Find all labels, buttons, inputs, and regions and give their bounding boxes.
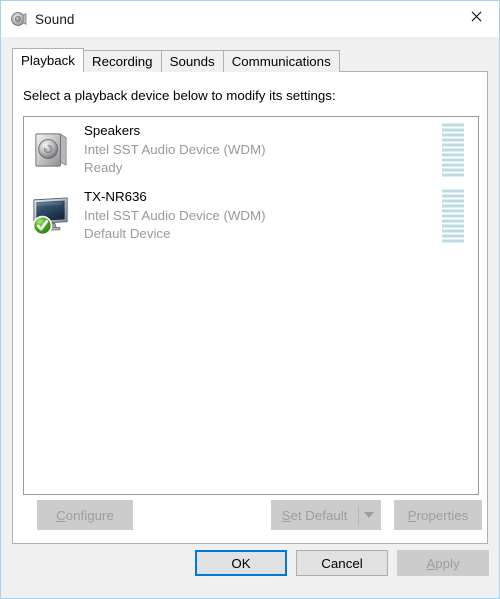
- tab-recording[interactable]: Recording: [82, 50, 162, 72]
- set-default-accel: S: [281, 507, 291, 523]
- device-driver: Intel SST Audio Device (WDM): [84, 141, 266, 157]
- volume-meter-segment: [442, 148, 464, 152]
- apply-accel: A: [426, 555, 436, 571]
- volume-meter-segment: [442, 204, 464, 208]
- title-bar: Sound: [1, 1, 499, 37]
- close-icon[interactable]: [453, 1, 499, 32]
- tab-strip: Playback Recording Sounds Communications: [12, 48, 340, 72]
- volume-meter-segment: [442, 229, 464, 233]
- volume-meter-segment: [442, 173, 464, 177]
- volume-meter-segment: [442, 219, 464, 223]
- set-default-button[interactable]: Set Default: [271, 500, 357, 530]
- volume-meter-segment: [442, 143, 464, 147]
- volume-meter-segment: [442, 153, 464, 157]
- configure-label-rest: onfigure: [65, 507, 114, 523]
- tab-sounds[interactable]: Sounds: [160, 50, 224, 72]
- volume-meter-segment: [442, 239, 464, 243]
- volume-meter: [442, 123, 464, 177]
- tab-playback[interactable]: Playback: [12, 48, 84, 72]
- set-default-split-button: Set Default: [271, 500, 381, 530]
- window-title: Sound: [35, 11, 75, 27]
- volume-meter-segment: [442, 128, 464, 132]
- device-name: TX-NR636: [84, 188, 147, 204]
- device-status: Default Device: [84, 226, 171, 242]
- device-status: Ready: [84, 160, 123, 176]
- properties-button[interactable]: Properties: [394, 500, 482, 530]
- speaker-device-icon: [31, 127, 71, 173]
- monitor-device-icon: [31, 193, 71, 239]
- device-action-bar: Configure Set Default Properties: [23, 500, 482, 530]
- configure-accel: C: [56, 507, 66, 523]
- dialog-footer: OK Cancel Apply: [1, 543, 499, 598]
- speaker-icon: [10, 10, 28, 28]
- apply-button[interactable]: Apply: [397, 550, 489, 576]
- tab-communications[interactable]: Communications: [222, 50, 340, 72]
- configure-button[interactable]: Configure: [37, 500, 133, 530]
- volume-meter-segment: [442, 168, 464, 172]
- caret-glyph: [364, 512, 374, 518]
- device-list[interactable]: Speakers Intel SST Audio Device (WDM) Re…: [23, 116, 479, 495]
- device-info: TX-NR636 Intel SST Audio Device (WDM) De…: [84, 188, 266, 245]
- list-item[interactable]: Speakers Intel SST Audio Device (WDM) Re…: [24, 117, 478, 183]
- volume-meter-segment: [442, 199, 464, 203]
- sound-dialog-window: Sound Playback Recording Sounds Communic…: [0, 0, 500, 599]
- volume-meter-segment: [442, 209, 464, 213]
- volume-meter-segment: [442, 138, 464, 142]
- cancel-button[interactable]: Cancel: [296, 550, 388, 576]
- device-name: Speakers: [84, 122, 141, 138]
- volume-meter-segment: [442, 133, 464, 137]
- apply-label-rest: pply: [435, 555, 460, 571]
- volume-meter-segment: [442, 163, 464, 167]
- volume-meter-segment: [442, 224, 464, 228]
- properties-label-rest: roperties: [416, 507, 469, 523]
- panel-prompt: Select a playback device below to modify…: [23, 88, 336, 103]
- volume-meter-segment: [442, 158, 464, 162]
- device-driver: Intel SST Audio Device (WDM): [84, 207, 266, 223]
- list-item[interactable]: TX-NR636 Intel SST Audio Device (WDM) De…: [24, 183, 478, 249]
- playback-tab-panel: Select a playback device below to modify…: [12, 71, 488, 544]
- volume-meter-segment: [442, 123, 464, 127]
- volume-meter: [442, 189, 464, 243]
- volume-meter-segment: [442, 214, 464, 218]
- volume-meter-segment: [442, 234, 464, 238]
- volume-meter-segment: [442, 189, 464, 193]
- ok-button[interactable]: OK: [195, 550, 287, 576]
- volume-meter-segment: [442, 194, 464, 198]
- chevron-down-icon[interactable]: [357, 500, 381, 530]
- device-info: Speakers Intel SST Audio Device (WDM) Re…: [84, 122, 266, 179]
- set-default-label-rest: et Default: [290, 507, 348, 523]
- properties-accel: P: [407, 507, 417, 523]
